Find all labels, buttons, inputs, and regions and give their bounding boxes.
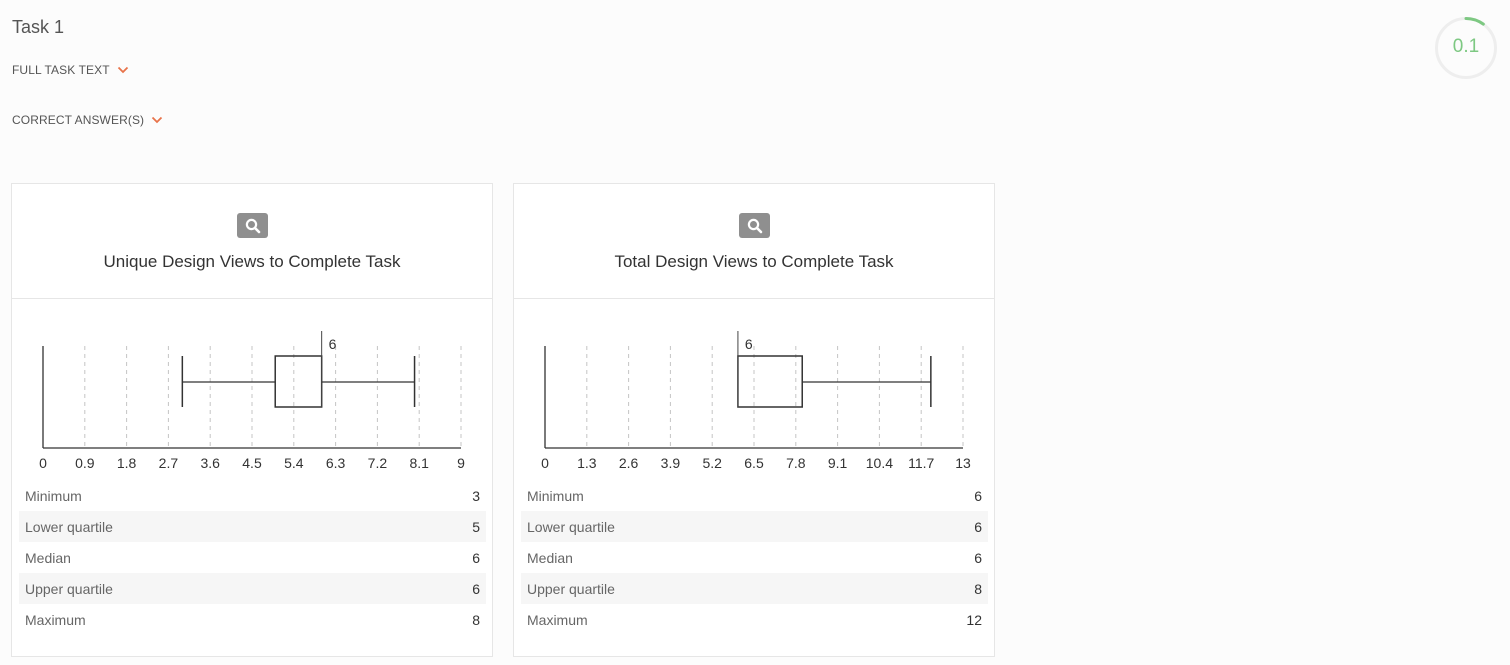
search-icon — [245, 218, 260, 233]
stat-value: 6 — [974, 518, 982, 535]
card-header: Total Design Views to Complete Task — [514, 184, 994, 299]
stat-label: Minimum — [25, 487, 82, 504]
tick-label: 7.2 — [368, 455, 388, 470]
tick-label: 1.3 — [577, 455, 597, 470]
correct-answers-label: CORRECT ANSWER(S) — [12, 113, 145, 127]
median-label: 6 — [745, 336, 753, 352]
stat-value: 6 — [472, 580, 480, 597]
stat-label: Median — [527, 549, 573, 566]
stat-row-minimum: Minimum 3 — [19, 480, 486, 511]
iqr-box — [737, 355, 803, 408]
tick-label: 3.9 — [661, 455, 681, 470]
correct-answers-toggle[interactable]: CORRECT ANSWER(S) — [12, 113, 163, 127]
stat-value: 12 — [966, 611, 982, 628]
stat-value: 6 — [974, 549, 982, 566]
tick-label: 10.4 — [866, 455, 893, 470]
tick-label: 5.2 — [702, 455, 722, 470]
full-task-text-label: FULL TASK TEXT — [12, 63, 110, 77]
stats-table: Minimum 6 Lower quartile 6 Median 6 Upper q… — [521, 480, 988, 635]
tick-label: 2.7 — [159, 455, 179, 470]
stat-value: 6 — [472, 549, 480, 566]
stat-label: Upper quartile — [527, 580, 615, 597]
tick-label: 9.1 — [828, 455, 848, 470]
card-header: Unique Design Views to Complete Task — [12, 184, 492, 299]
score-indicator: 0.1 — [1434, 16, 1498, 80]
chevron-down-icon — [152, 116, 163, 124]
chart-card-total-views: Total Design Views to Complete Task 0 1.3… — [513, 183, 995, 657]
tick-label: 0 — [541, 455, 549, 470]
tick-label: 7.8 — [786, 455, 806, 470]
stat-value: 5 — [472, 518, 480, 535]
tick-label: 9 — [457, 455, 465, 470]
boxplot-chart: 0 0.9 1.8 2.7 3.6 4.5 5.4 6.3 7.2 8.1 9 6 — [39, 331, 465, 470]
tick-label: 4.5 — [242, 455, 262, 470]
stat-label: Lower quartile — [25, 518, 113, 535]
tick-label: 0 — [39, 455, 47, 470]
stat-value: 6 — [974, 487, 982, 504]
tick-label: 13 — [955, 455, 971, 470]
zoom-button[interactable] — [237, 213, 268, 238]
stat-label: Minimum — [527, 487, 584, 504]
iqr-box — [274, 355, 323, 408]
stat-row-minimum: Minimum 6 — [521, 480, 988, 511]
stat-row-maximum: Maximum 8 — [19, 604, 486, 635]
tick-label: 1.8 — [117, 455, 137, 470]
full-task-text-toggle[interactable]: FULL TASK TEXT — [12, 63, 129, 77]
stat-row-upper-quartile: Upper quartile 6 — [19, 573, 486, 604]
stat-label: Lower quartile — [527, 518, 615, 535]
stat-label: Median — [25, 549, 71, 566]
stat-row-median: Median 6 — [19, 542, 486, 573]
chart-card-unique-views: Unique Design Views to Complete Task 0 0.… — [11, 183, 493, 657]
tick-label: 6.3 — [326, 455, 346, 470]
stat-row-lower-quartile: Lower quartile 5 — [19, 511, 486, 542]
stat-row-upper-quartile: Upper quartile 8 — [521, 573, 988, 604]
task-title: Task 1 — [12, 17, 65, 37]
tick-label: 8.1 — [409, 455, 429, 470]
stat-value: 8 — [974, 580, 982, 597]
tick-label: 0.9 — [75, 455, 95, 470]
stat-row-lower-quartile: Lower quartile 6 — [521, 511, 988, 542]
median-label: 6 — [329, 336, 337, 352]
zoom-button[interactable] — [739, 213, 770, 238]
stat-value: 8 — [472, 611, 480, 628]
stats-table: Minimum 3 Lower quartile 5 Median 6 Upper q… — [19, 480, 486, 635]
tick-label: 11.7 — [908, 455, 934, 470]
stat-value: 3 — [472, 487, 480, 504]
stat-label: Maximum — [527, 611, 588, 628]
tick-label: 6.5 — [744, 455, 764, 470]
chevron-down-icon — [117, 66, 128, 74]
tick-label: 3.6 — [200, 455, 220, 470]
stat-label: Maximum — [25, 611, 86, 628]
tick-label: 2.6 — [619, 455, 639, 470]
stat-label: Upper quartile — [25, 580, 113, 597]
score-value: 0.1 — [1452, 36, 1480, 57]
stat-row-maximum: Maximum 12 — [521, 604, 988, 635]
boxplot-chart: 0 1.3 2.6 3.9 5.2 6.5 7.8 9.1 10.4 11.7 13 6 — [541, 331, 971, 470]
card-title: Unique Design Views to Complete Task — [103, 252, 401, 271]
card-title: Total Design Views to Complete Task — [614, 252, 894, 271]
search-icon — [747, 218, 762, 233]
stat-row-median: Median 6 — [521, 542, 988, 573]
tick-label: 5.4 — [284, 455, 304, 470]
